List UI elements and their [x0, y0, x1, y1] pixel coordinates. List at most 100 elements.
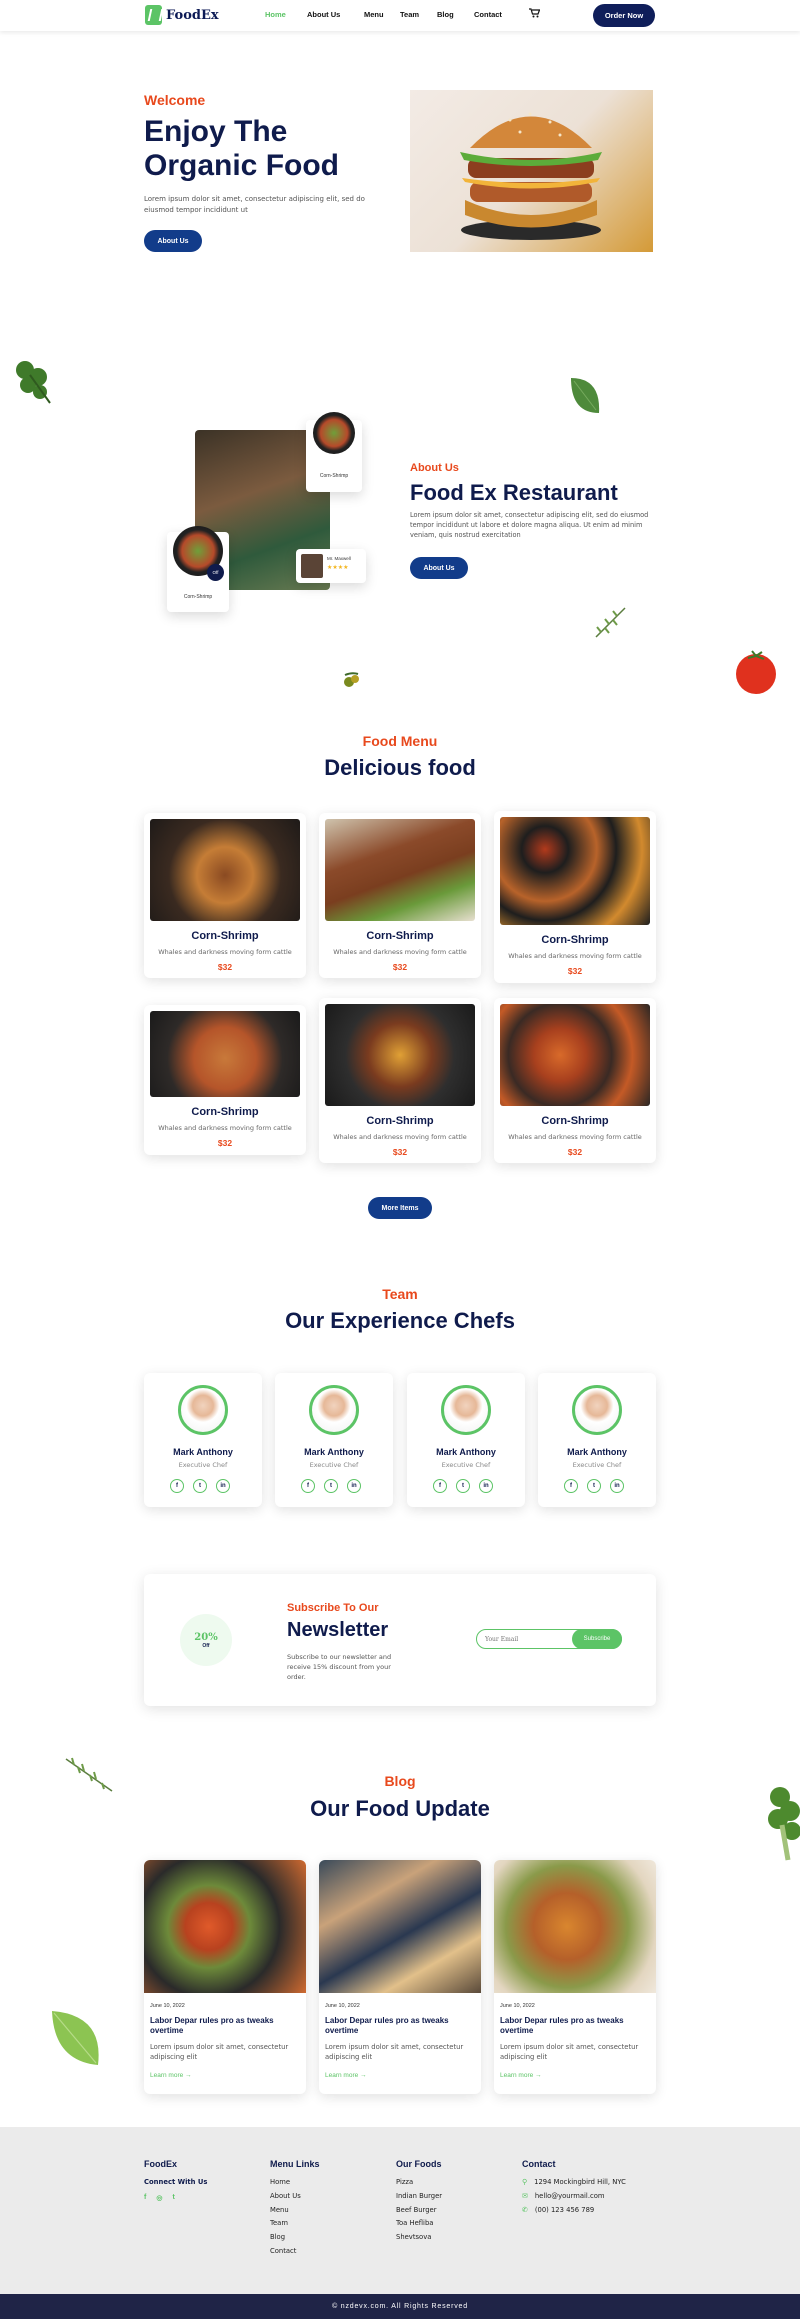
blog-post-title[interactable]: Labor Depar rules pro as tweaks overtime	[500, 2016, 640, 2036]
mail-icon: ✉	[522, 2191, 528, 2200]
email-input[interactable]	[485, 1636, 565, 1643]
blog-post-title[interactable]: Labor Depar rules pro as tweaks overtime	[325, 2016, 465, 2036]
blog-card[interactable]: June 10, 2022 Labor Depar rules pro as t…	[494, 1860, 656, 2094]
nav-contact[interactable]: Contact	[474, 10, 514, 19]
nav-about[interactable]: About Us	[307, 10, 349, 19]
menu-item-name: Corn-Shrimp	[541, 1115, 609, 1127]
nav-home[interactable]: Home	[265, 10, 307, 19]
footer-food-item[interactable]: Toa Hefliba	[396, 2219, 442, 2227]
email-text: hello@yourmail.com	[534, 2191, 605, 2200]
blog-post-title[interactable]: Labor Depar rules pro as tweaks overtime	[150, 2016, 290, 2036]
footer-food-item[interactable]: Indian Burger	[396, 2192, 442, 2200]
chef-name: Mark Anthony	[436, 1447, 496, 1457]
menu-item-image	[500, 1004, 650, 1106]
contact-phone[interactable]: ✆ (00) 123 456 789	[522, 2206, 626, 2214]
chef-card: Mark Anthony Executive Chef f t in	[144, 1373, 262, 1507]
facebook-icon[interactable]: f	[301, 1479, 315, 1493]
more-items-button[interactable]: More Items	[368, 1197, 432, 1219]
dish-card-label: Corn-Shrimp	[183, 594, 213, 600]
footer-link-blog[interactable]: Blog	[270, 2233, 320, 2241]
logo-icon	[145, 5, 162, 25]
menu-card[interactable]: Corn-Shrimp Whales and darkness moving f…	[494, 998, 656, 1163]
facebook-icon[interactable]: f	[144, 2194, 146, 2202]
blog-description: Lorem ipsum dolor sit amet, consectetur …	[500, 2043, 639, 2062]
footer-food-item[interactable]: Beef Burger	[396, 2206, 442, 2214]
twitter-icon[interactable]: t	[193, 1479, 207, 1493]
order-now-button[interactable]: Order Now	[593, 4, 655, 27]
blog-card[interactable]: June 10, 2022 Labor Depar rules pro as t…	[319, 1860, 481, 2094]
menu-item-price: $32	[217, 1138, 233, 1148]
footer-foods-col: Our Foods Pizza Indian Burger Beef Burge…	[396, 2159, 442, 2247]
chef-social-links: f t in	[170, 1479, 230, 1493]
twitter-icon[interactable]: t	[456, 1479, 470, 1493]
facebook-icon[interactable]: f	[433, 1479, 447, 1493]
twitter-icon[interactable]: t	[324, 1479, 338, 1493]
menu-card[interactable]: Corn-Shrimp Whales and darkness moving f…	[494, 811, 656, 983]
leaf-decoration	[566, 373, 604, 419]
footer-link-about[interactable]: About Us	[270, 2192, 320, 2200]
menu-card[interactable]: Corn-Shrimp Whales and darkness moving f…	[319, 813, 481, 978]
menu-item-name: Corn-Shrimp	[366, 930, 434, 942]
footer-menu-col: Menu Links Home About Us Menu Team Blog …	[270, 2159, 320, 2261]
hero-title: Enjoy The Organic Food	[144, 115, 339, 182]
footer-food-item[interactable]: Pizza	[396, 2178, 442, 2186]
olive-decoration	[340, 670, 362, 692]
instagram-icon[interactable]: ◎	[156, 2194, 162, 2202]
logo-text: FoodEx	[166, 7, 219, 23]
learn-more-link[interactable]: Learn more →	[150, 2072, 192, 2079]
contact-email[interactable]: ✉ hello@yourmail.com	[522, 2192, 626, 2200]
menu-item-price: $32	[392, 1147, 408, 1157]
copyright-bar: © nzdevx.com. All Rights Reserved	[0, 2294, 800, 2319]
instagram-icon[interactable]: in	[216, 1479, 230, 1493]
footer-link-contact[interactable]: Contact	[270, 2247, 320, 2255]
instagram-icon[interactable]: in	[347, 1479, 361, 1493]
subscribe-button[interactable]: Subscribe	[572, 1629, 622, 1649]
blog-date: June 10, 2022	[500, 2003, 535, 2009]
hero-description: Lorem ipsum dolor sit amet, consectetur …	[144, 195, 365, 214]
hero-about-button[interactable]: About Us	[144, 230, 202, 252]
menu-item-name: Corn-Shrimp	[191, 930, 259, 942]
menu-card[interactable]: Corn-Shrimp Whales and darkness moving f…	[144, 1005, 306, 1155]
menu-item-price: $32	[392, 962, 408, 972]
menu-card[interactable]: Corn-Shrimp Whales and darkness moving f…	[144, 813, 306, 978]
chef-card: Mark Anthony Executive Chef f t in	[407, 1373, 525, 1507]
footer-food-item[interactable]: Shevtsova	[396, 2233, 442, 2241]
nav-team[interactable]: Team	[400, 10, 437, 19]
facebook-icon[interactable]: f	[170, 1479, 184, 1493]
hero-welcome: Welcome	[144, 92, 206, 108]
site-footer: FoodEx Connect With Us f ◎ t Menu Links …	[0, 2127, 800, 2294]
instagram-icon[interactable]: in	[479, 1479, 493, 1493]
blog-description: Lorem ipsum dolor sit amet, consectetur …	[150, 2043, 289, 2062]
menu-item-name: Corn-Shrimp	[541, 934, 609, 946]
review-card: Mr. Maxwell ★★★★	[296, 549, 366, 583]
about-subtitle: About Us	[410, 462, 459, 474]
about-button[interactable]: About Us	[410, 557, 468, 579]
learn-more-link[interactable]: Learn more →	[500, 2072, 542, 2079]
menu-item-desc: Whales and darkness moving form cattle	[508, 1133, 642, 1141]
footer-social: f ◎ t	[144, 2194, 207, 2202]
footer-link-home[interactable]: Home	[270, 2178, 320, 2186]
learn-more-link[interactable]: Learn more →	[325, 2072, 367, 2079]
footer-link-menu[interactable]: Menu	[270, 2206, 320, 2214]
footer-link-team[interactable]: Team	[270, 2219, 320, 2227]
nav-blog[interactable]: Blog	[437, 10, 474, 19]
menu-item-desc: Whales and darkness moving form cattle	[333, 948, 467, 956]
cart-icon[interactable]	[529, 8, 541, 21]
logo[interactable]: FoodEx	[145, 5, 219, 25]
nav-menu[interactable]: Menu	[364, 10, 400, 19]
facebook-icon[interactable]: f	[564, 1479, 578, 1493]
team-subtitle: Team	[382, 1286, 418, 1302]
blog-title: Our Food Update	[310, 1796, 490, 1821]
twitter-icon[interactable]: t	[172, 2194, 174, 2202]
instagram-icon[interactable]: in	[610, 1479, 624, 1493]
footer-contact-col: Contact ⚲ 1294 Mockingbird Hill, NYC ✉ h…	[522, 2159, 626, 2219]
twitter-icon[interactable]: t	[587, 1479, 601, 1493]
blog-image	[319, 1860, 481, 1993]
chef-name: Mark Anthony	[173, 1447, 233, 1457]
blog-subtitle: Blog	[384, 1773, 416, 1789]
team-title: Our Experience Chefs	[285, 1308, 515, 1333]
blog-card[interactable]: June 10, 2022 Labor Depar rules pro as t…	[144, 1860, 306, 2094]
menu-links-heading: Menu Links	[270, 2159, 320, 2169]
menu-card[interactable]: Corn-Shrimp Whales and darkness moving f…	[319, 998, 481, 1163]
menu-item-price: $32	[567, 966, 583, 976]
